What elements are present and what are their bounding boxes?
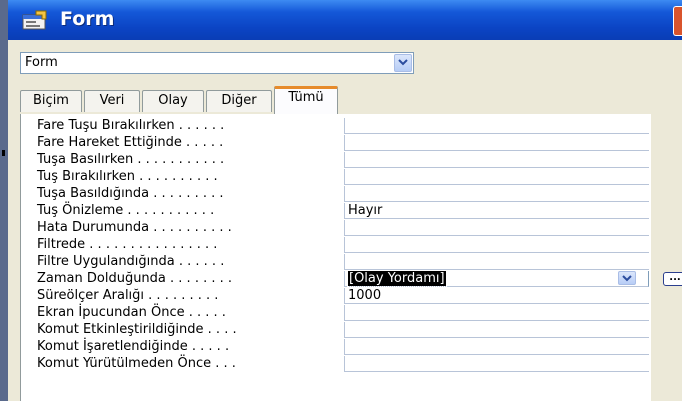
background-window-edge bbox=[0, 0, 8, 401]
property-label: Fare Tuşu Bırakılırken . . . . . . bbox=[37, 118, 225, 133]
property-row[interactable]: Komut Yürütülmeden Önce . . . bbox=[21, 356, 651, 372]
property-label: Süreölçer Aralığı . . . . . . . . . bbox=[37, 288, 219, 303]
property-label: Tuşa Basılırken . . . . . . . . . . . bbox=[37, 152, 225, 167]
object-selector-value: Form bbox=[25, 55, 58, 70]
property-row[interactable]: Tuşa Basıldığında . . . . . . . . . bbox=[21, 186, 651, 202]
tab-tumu[interactable]: Tümü bbox=[274, 86, 338, 114]
tab-veri[interactable]: Veri bbox=[84, 90, 140, 112]
property-label: Komut İşaretlendiğinde . . . . . bbox=[37, 339, 230, 354]
property-row[interactable]: Tuş Önizleme . . . . . . . . . . . Hayır bbox=[21, 203, 651, 219]
object-selector-dropdown[interactable]: Form bbox=[20, 52, 414, 74]
property-row[interactable]: Tuşa Basılırken . . . . . . . . . . . bbox=[21, 152, 651, 168]
property-tabs: Biçim Veri Olay Diğer Tümü bbox=[20, 86, 420, 114]
property-label: Fare Hareket Ettiğinde . . . . . bbox=[37, 135, 224, 150]
selected-value[interactable]: [Olay Yordamı] bbox=[347, 270, 447, 287]
property-row[interactable]: Ekran İpucundan Önce . . . . . bbox=[21, 305, 651, 321]
tab-diger[interactable]: Diğer bbox=[206, 90, 272, 112]
property-label: Komut Etkinleştirildiğinde . . . . bbox=[37, 322, 237, 337]
close-button[interactable] bbox=[673, 6, 682, 36]
property-value[interactable]: 1000 bbox=[344, 288, 649, 304]
property-row-selected[interactable]: Zaman Dolduğunda . . . . . . . . [Olay Y… bbox=[21, 270, 682, 287]
property-label: Tuşa Basıldığında . . . . . . . . . bbox=[37, 186, 224, 201]
property-label: Komut Yürütülmeden Önce . . . bbox=[37, 356, 236, 371]
property-row[interactable]: Tuş Bırakılırken . . . . . . . . . . bbox=[21, 169, 651, 185]
property-label: Tuş Bırakılırken . . . . . . . . . . bbox=[37, 169, 218, 184]
property-label: Filtrede . . . . . . . . . . . . . . . . bbox=[37, 237, 218, 252]
property-sheet-icon bbox=[22, 10, 47, 30]
property-value[interactable] bbox=[344, 220, 649, 236]
property-value[interactable] bbox=[344, 305, 649, 321]
property-label: Filtre Uygulandığında . . . . . . bbox=[37, 254, 225, 269]
property-value[interactable] bbox=[344, 322, 649, 338]
property-row[interactable]: Komut İşaretlendiğinde . . . . . bbox=[21, 339, 651, 355]
property-row[interactable]: Komut Etkinleştirildiğinde . . . . bbox=[21, 322, 651, 338]
property-value[interactable] bbox=[344, 237, 649, 253]
property-value[interactable] bbox=[344, 135, 649, 151]
property-label: Hata Durumunda . . . . . . . . . . bbox=[37, 220, 232, 235]
property-row[interactable]: Fare Tuşu Bırakılırken . . . . . . bbox=[21, 118, 651, 134]
property-value[interactable] bbox=[344, 152, 649, 168]
property-sheet-window: Form Form Biçim Veri Olay Diğer Tümü Far… bbox=[8, 0, 682, 401]
property-row[interactable]: Süreölçer Aralığı . . . . . . . . . 1000 bbox=[21, 288, 651, 304]
tab-bicim[interactable]: Biçim bbox=[20, 90, 82, 112]
property-value[interactable] bbox=[344, 169, 649, 185]
property-row[interactable]: Hata Durumunda . . . . . . . . . . bbox=[21, 220, 651, 236]
chevron-down-icon[interactable] bbox=[618, 271, 636, 285]
property-label: Ekran İpucundan Önce . . . . . bbox=[37, 305, 226, 320]
property-row[interactable]: Filtrede . . . . . . . . . . . . . . . . bbox=[21, 237, 651, 253]
property-row[interactable]: Filtre Uygulandığında . . . . . . bbox=[21, 254, 651, 270]
property-value[interactable]: Hayır bbox=[344, 203, 649, 219]
property-value[interactable] bbox=[344, 356, 649, 372]
property-value[interactable] bbox=[344, 339, 649, 355]
property-grid: Fare Tuşu Bırakılırken . . . . . . Fare … bbox=[20, 114, 682, 401]
property-label: Tuş Önizleme . . . . . . . . . . . bbox=[37, 203, 215, 218]
property-label: Zaman Dolduğunda . . . . . . . . bbox=[37, 271, 233, 286]
property-value-dropdown[interactable]: [Olay Yordamı] bbox=[344, 270, 649, 287]
chevron-down-icon[interactable] bbox=[394, 54, 412, 72]
window-title: Form bbox=[60, 8, 115, 30]
builder-button[interactable]: ... bbox=[663, 272, 682, 286]
property-value[interactable] bbox=[344, 118, 649, 134]
tab-olay[interactable]: Olay bbox=[142, 90, 204, 112]
property-value[interactable] bbox=[344, 186, 649, 202]
property-value[interactable] bbox=[344, 254, 649, 270]
property-row[interactable]: Fare Hareket Ettiğinde . . . . . bbox=[21, 135, 651, 151]
title-bar[interactable]: Form bbox=[8, 0, 682, 40]
